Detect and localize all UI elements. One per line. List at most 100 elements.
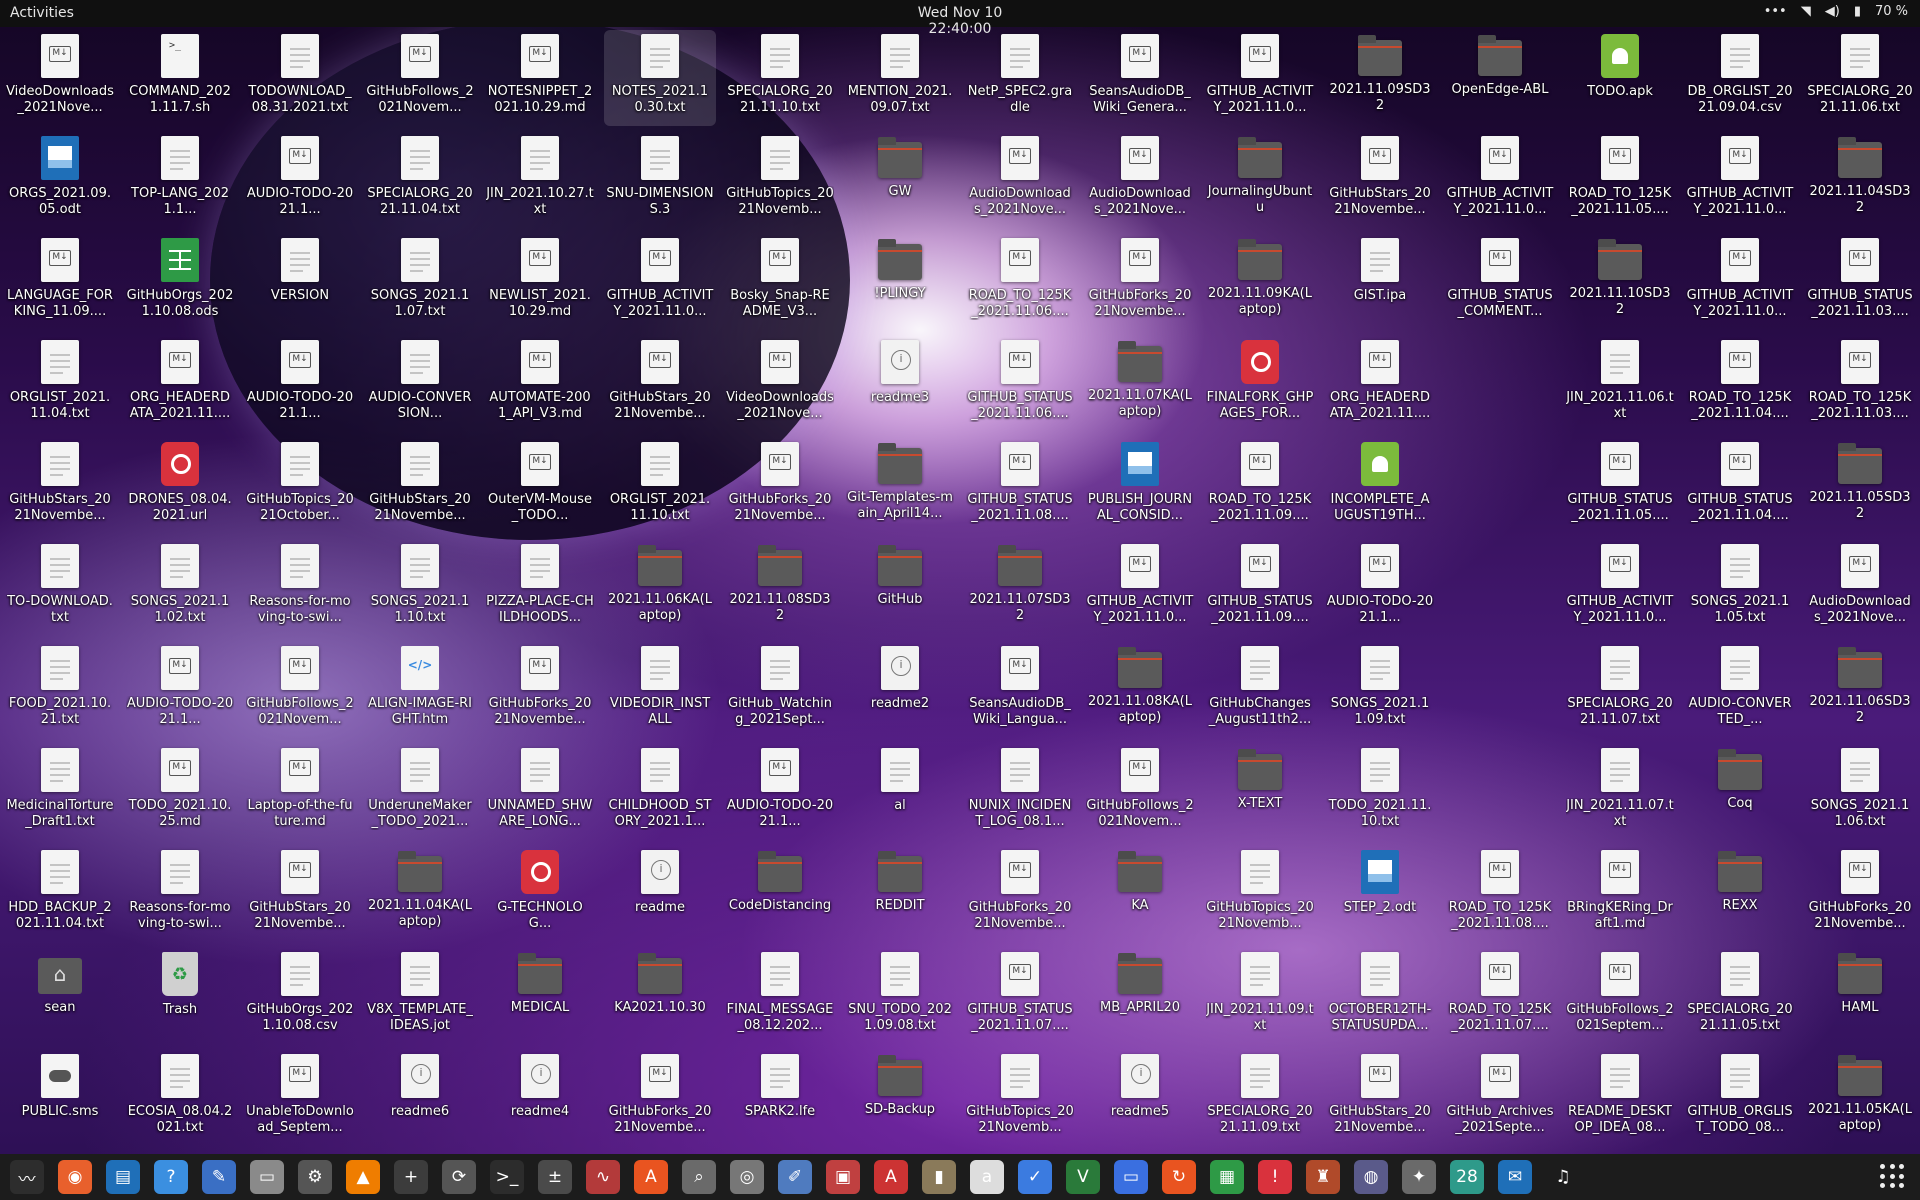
desktop-item[interactable]: DB_ORGLIST_2021.09.04.csv [1684, 30, 1796, 126]
desktop-item[interactable]: VERSION [244, 234, 356, 330]
desktop-item[interactable]: 2021.11.06SD32 [1804, 642, 1916, 738]
desktop-item[interactable]: GitHubStars_2021Novembe... [364, 438, 476, 534]
desktop-item[interactable]: GitHubStars_2021Novembe... [1324, 1050, 1436, 1146]
desktop-item[interactable]: AudioDownloads_2021Nove... [964, 132, 1076, 228]
desktop-item[interactable]: 2021.11.05KA(Laptop) [1804, 1050, 1916, 1146]
desktop-item[interactable]: SD-Backup [844, 1050, 956, 1146]
terminal-plus-icon[interactable]: + [394, 1160, 428, 1194]
desktop-item[interactable]: GitHubChanges_August11th2... [1204, 642, 1316, 738]
desktop-item[interactable]: FOOD_2021.10.21.txt [4, 642, 116, 738]
desktop-item[interactable]: REDDIT [844, 846, 956, 942]
game-icon[interactable]: ♜ [1306, 1160, 1340, 1194]
desktop-item[interactable]: VIDEODIR_INSTALL [604, 642, 716, 738]
desktop-item[interactable]: KA2021.10.30 [604, 948, 716, 1044]
desktop-item[interactable]: TODO.apk [1564, 30, 1676, 126]
desktop-item[interactable]: ORG_HEADERDATA_2021.11.... [124, 336, 236, 432]
desktop-item[interactable]: GitHubTopics_2021Novemb... [964, 1050, 1076, 1146]
desktop-item[interactable]: BRingKERing_Draft1.md [1564, 846, 1676, 942]
monitor-graph-icon[interactable]: ∿ [586, 1160, 620, 1194]
desktop-item[interactable]: VideoDownloads_2021Nove... [4, 30, 116, 126]
desktop-item[interactable]: SPECIALORG_2021.11.04.txt [364, 132, 476, 228]
draw-icon[interactable]: ✐ [778, 1160, 812, 1194]
music-icon[interactable]: ♫ [1546, 1160, 1580, 1194]
desktop-item[interactable]: GIST.ipa [1324, 234, 1436, 330]
desktop-item[interactable]: HAML [1804, 948, 1916, 1044]
desktop-item[interactable]: 2021.11.04KA(Laptop) [364, 846, 476, 942]
desktop-item[interactable]: GITHUB_STATUS_2021.11.08.... [964, 438, 1076, 534]
desktop-item[interactable]: GitHubOrgs_2021.10.08.csv [244, 948, 356, 1044]
desktop-item[interactable]: 2021.11.07SD32 [964, 540, 1076, 636]
desktop-item[interactable]: ALIGN-IMAGE-RIGHT.htm [364, 642, 476, 738]
battery-percent[interactable]: 70 % [1875, 4, 1908, 19]
desktop-item[interactable]: 2021.11.08SD32 [724, 540, 836, 636]
app-store-icon[interactable]: A [634, 1160, 668, 1194]
desktop-item[interactable]: GitHubForks_2021Novembe... [964, 846, 1076, 942]
desktop-item[interactable]: SONGS_2021.11.10.txt [364, 540, 476, 636]
disk-utility-icon[interactable]: ◎ [730, 1160, 764, 1194]
desktop-item[interactable]: Git-Templates-main_April14... [844, 438, 956, 534]
desktop-item[interactable]: GitHubForks_2021Novembe... [1804, 846, 1916, 942]
desktop-item[interactable]: Coq [1684, 744, 1796, 840]
calculator-icon[interactable]: ± [538, 1160, 572, 1194]
screenshot-icon[interactable]: ▣ [826, 1160, 860, 1194]
desktop-item[interactable]: 2021.11.05SD32 [1804, 438, 1916, 534]
desktop-item[interactable]: SPECIALORG_2021.11.06.txt [1804, 30, 1916, 126]
system-tray[interactable]: ••• ◥ ◀) ▮ 70 % [1764, 4, 1908, 19]
desktop-item[interactable]: sean [4, 948, 116, 1044]
desktop-item[interactable]: Reasons-for-moving-to-swi... [124, 846, 236, 942]
desktop-item[interactable]: GITHUB_STATUS_2021.11.07.... [964, 948, 1076, 1044]
camera-icon[interactable]: ◍ [1354, 1160, 1388, 1194]
calendar-icon[interactable]: 28 [1450, 1160, 1484, 1194]
writer-icon[interactable]: ▤ [106, 1160, 140, 1194]
desktop-item[interactable]: Bosky_Snap-README_V3... [724, 234, 836, 330]
desktop-item[interactable]: SNU-DIMENSIONS.3 [604, 132, 716, 228]
desktop-item[interactable]: OuterVM-Mouse_TODO... [484, 438, 596, 534]
desktop-item[interactable]: ROAD_TO_125K_2021.11.03.... [1804, 336, 1916, 432]
desktop-item[interactable]: REXX [1684, 846, 1796, 942]
desktop-item[interactable]: JournalingUbuntu [1204, 132, 1316, 228]
tasks-icon[interactable]: ✓ [1018, 1160, 1052, 1194]
desktop-item[interactable]: ORGLIST_2021.11.04.txt [4, 336, 116, 432]
desktop-item[interactable]: ROAD_TO_125K_2021.11.09.... [1204, 438, 1316, 534]
desktop-item[interactable]: COMMAND_2021.11.7.sh [124, 30, 236, 126]
desktop-item[interactable]: GitHubForks_2021Novembe... [1084, 234, 1196, 330]
desktop-item[interactable]: DRONES_08.04.2021.url [124, 438, 236, 534]
desktop-item[interactable]: AUDIO-TODO-2021.1... [124, 642, 236, 738]
desktop-item[interactable]: GITHUB_ACTIVITY_2021.11.0... [1444, 132, 1556, 228]
desktop-item[interactable]: 2021.11.04SD32 [1804, 132, 1916, 228]
desktop-item[interactable]: PUBLISH_JOURNAL_CONSID... [1084, 438, 1196, 534]
desktop-item[interactable]: NetP_SPEC2.gradle [964, 30, 1076, 126]
desktop-item[interactable]: al [844, 744, 956, 840]
desktop-item[interactable]: ROAD_TO_125K_2021.11.04.... [1684, 336, 1796, 432]
desktop-item[interactable]: HDD_BACKUP_2021.11.04.txt [4, 846, 116, 942]
desktop-item[interactable]: CHILDHOOD_STORY_2021.1... [604, 744, 716, 840]
desktop-item[interactable]: KA [1084, 846, 1196, 942]
desktop-item[interactable]: GitHubStars_2021Novembe... [604, 336, 716, 432]
text-editor-icon[interactable]: ✎ [202, 1160, 236, 1194]
desktop-item[interactable]: SONGS_2021.11.06.txt [1804, 744, 1916, 840]
desktop-item[interactable]: ORGS_2021.09.05.odt [4, 132, 116, 228]
desktop-item[interactable]: README_DESKTOP_IDEA_08... [1564, 1050, 1676, 1146]
desktop-item[interactable]: Trash [124, 948, 236, 1044]
desktop-item[interactable]: NEWLIST_2021.10.29.md [484, 234, 596, 330]
document-viewer-icon[interactable]: A [874, 1160, 908, 1194]
desktop-item[interactable]: MB_APRIL20 [1084, 948, 1196, 1044]
desktop-item[interactable]: SPECIALORG_2021.11.07.txt [1564, 642, 1676, 738]
desktop-item[interactable]: GITHUB_STATUS_2021.11.05.... [1564, 438, 1676, 534]
desktop-item[interactable]: 2021.11.09KA(Laptop) [1204, 234, 1316, 330]
desktop-item[interactable]: UnderuneMaker_TODO_2021... [364, 744, 476, 840]
desktop-item[interactable]: GW [844, 132, 956, 228]
desktop-item[interactable]: ROAD_TO_125K_2021.11.05.... [1564, 132, 1676, 228]
desktop-item[interactable]: GITHUB_STATUS_2021.11.09.... [1204, 540, 1316, 636]
desktop-item[interactable]: G-TECHNOLOG... [484, 846, 596, 942]
desktop-item[interactable]: readme4 [484, 1050, 596, 1146]
desktop-item[interactable]: TODOWNLOAD_08.31.2021.txt [244, 30, 356, 126]
desktop-item[interactable]: OCTOBER12TH-STATUSUPDA... [1324, 948, 1436, 1044]
desktop-item[interactable]: GITHUB_ORGLIST_TODO_08... [1684, 1050, 1796, 1146]
desktop-item[interactable]: MEDICAL [484, 948, 596, 1044]
desktop-item[interactable]: TOP-LANG_2021.1... [124, 132, 236, 228]
desktop-item[interactable]: AUDIO-CONVERTED_... [1684, 642, 1796, 738]
terminal-icon[interactable]: >_ [490, 1160, 524, 1194]
desktop-item[interactable]: JIN_2021.11.06.txt [1564, 336, 1676, 432]
desktop-item[interactable]: PIZZA-PLACE-CHILDHOODS... [484, 540, 596, 636]
